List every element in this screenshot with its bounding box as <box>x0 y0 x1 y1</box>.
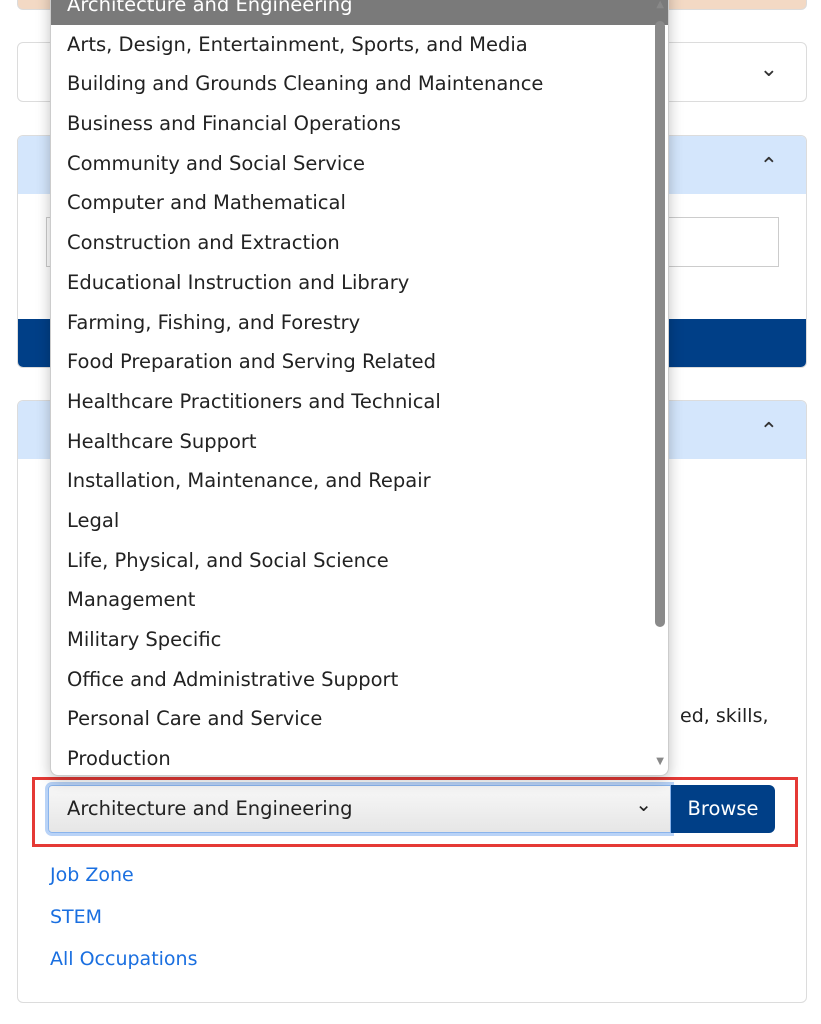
dropdown-option[interactable]: Building and Grounds Cleaning and Mainte… <box>51 64 668 104</box>
link-stem[interactable]: STEM <box>50 906 102 928</box>
dropdown-option[interactable]: Legal <box>51 501 668 541</box>
dropdown-option[interactable]: Office and Administrative Support <box>51 660 668 700</box>
scrollbar-thumb[interactable] <box>655 21 665 627</box>
link-all-occupations[interactable]: All Occupations <box>50 948 197 970</box>
dropdown-option[interactable]: Military Specific <box>51 620 668 660</box>
dropdown-option[interactable]: Architecture and Engineering <box>51 0 668 25</box>
dropdown-option[interactable]: Production <box>51 739 668 775</box>
description-text: ed, skills, <box>680 705 769 727</box>
dropdown-option[interactable]: Healthcare Support <box>51 422 668 462</box>
dropdown-option[interactable]: Personal Care and Service <box>51 699 668 739</box>
dropdown-option[interactable]: Computer and Mathematical <box>51 183 668 223</box>
dropdown-option[interactable]: Farming, Fishing, and Forestry <box>51 303 668 343</box>
chevron-up-icon[interactable]: ⌃ <box>760 154 778 179</box>
dropdown-option[interactable]: Food Preparation and Serving Related <box>51 342 668 382</box>
select-value: Architecture and Engineering <box>67 797 353 820</box>
dropdown-option[interactable]: Community and Social Service <box>51 144 668 184</box>
scroll-down-icon[interactable]: ▼ <box>656 756 664 767</box>
browse-button[interactable]: Browse <box>671 785 775 833</box>
scroll-up-icon[interactable]: ▲ <box>656 0 664 10</box>
dropdown-option[interactable]: Management <box>51 580 668 620</box>
dropdown-option[interactable]: Educational Instruction and Library <box>51 263 668 303</box>
occupation-select[interactable]: Architecture and Engineering ⌄ <box>48 785 671 833</box>
chevron-down-icon[interactable]: ⌄ <box>760 57 778 82</box>
dropdown-option[interactable]: Life, Physical, and Social Science <box>51 541 668 581</box>
dropdown-option[interactable]: Business and Financial Operations <box>51 104 668 144</box>
chevron-down-icon: ⌄ <box>635 792 652 816</box>
occupation-dropdown-list[interactable]: Architecture and Engineering Arts, Design… <box>50 0 669 776</box>
dropdown-option[interactable]: Construction and Extraction <box>51 223 668 263</box>
chevron-up-icon[interactable]: ⌃ <box>760 419 778 444</box>
link-job-zone[interactable]: Job Zone <box>50 864 134 886</box>
dropdown-option[interactable]: Installation, Maintenance, and Repair <box>51 461 668 501</box>
dropdown-option[interactable]: Healthcare Practitioners and Technical <box>51 382 668 422</box>
dropdown-option[interactable]: Arts, Design, Entertainment, Sports, and… <box>51 25 668 65</box>
